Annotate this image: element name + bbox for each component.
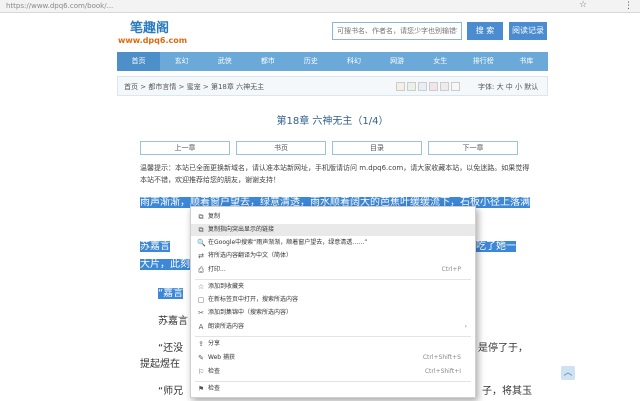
menu-separator: [195, 381, 471, 382]
selected-text: “嘉言: [158, 288, 184, 299]
nav-item[interactable]: 女生: [419, 52, 462, 71]
search-button[interactable]: 搜 索: [467, 22, 503, 40]
menu-item-inspect[interactable]: ⚐ 检查 Ctrl+Shift+I: [191, 366, 475, 378]
color-swatch[interactable]: [396, 82, 405, 91]
menu-item-share[interactable]: ⇪ 分享: [191, 338, 475, 350]
nav-item[interactable]: 历史: [289, 52, 332, 71]
scroll-to-top-icon[interactable]: ︿: [561, 366, 575, 380]
browser-address-bar[interactable]: https://www.dpq6.com/book/... ☆ ⋮: [0, 0, 640, 13]
menu-item-read-aloud[interactable]: A 朗读所选内容 ›: [191, 321, 475, 333]
selected-text: 苏嘉言: [140, 241, 170, 252]
menu-item-add-favorite[interactable]: ☆ 添加到收藏夹: [191, 281, 475, 293]
color-swatch[interactable]: [451, 82, 460, 91]
menu-item-copy[interactable]: ⧉ 复制: [191, 211, 475, 223]
nav-item[interactable]: 网游: [376, 52, 419, 71]
menu-separator: [195, 279, 471, 280]
search-input[interactable]: [332, 22, 462, 40]
color-swatch[interactable]: [429, 82, 438, 91]
flag-icon: ⚑: [197, 385, 205, 393]
share-icon: ⇪: [198, 340, 204, 348]
favorite-star-icon[interactable]: ☆: [579, 0, 587, 10]
nav-item-home[interactable]: 首页: [117, 52, 161, 71]
nav-item[interactable]: 都市: [246, 52, 289, 71]
new-tab-icon: ▢: [197, 296, 205, 304]
logo-domain: www.dpq6.com: [118, 36, 188, 45]
menu-item-inspect-element[interactable]: ⚑ 检查: [191, 383, 475, 395]
chapter-nav: 上一章 书页 目录 下一章: [140, 141, 518, 155]
book-page-button[interactable]: 书页: [236, 141, 326, 155]
color-swatch[interactable]: [418, 82, 427, 91]
menu-item-open-new-tab[interactable]: ▢ 在新标签页中打开，搜索所选内容: [191, 294, 475, 306]
menu-item-copy-link-to-highlight[interactable]: ⧉ 复制指向突出显示的链接: [191, 224, 475, 236]
collection-icon: ✂: [198, 309, 204, 317]
chapter-title: 第18章 六神无主（1/4）: [276, 116, 389, 127]
color-swatch[interactable]: [440, 82, 449, 91]
search-icon: 🔍: [197, 239, 206, 247]
context-menu: ⧉ 复制 ⧉ 复制指向突出显示的链接 🔍 在Google中搜索“雨声渐渐，顺着窗…: [190, 206, 476, 398]
print-icon: ⎙: [198, 266, 204, 274]
browser-menu-icon[interactable]: ⋮: [624, 1, 633, 11]
chevron-right-icon: ›: [464, 323, 467, 330]
menu-item-web-capture[interactable]: ✎ Web 捕获 Ctrl+Shift+S: [191, 352, 475, 364]
color-swatch[interactable]: [407, 82, 416, 91]
menu-item-print[interactable]: ⎙ 打印... Ctrl+P: [191, 264, 475, 276]
reading-history-button[interactable]: 阅读记录: [509, 22, 547, 40]
chapter-paragraph-end: 吃了她一: [476, 238, 536, 256]
reading-toolbar: 首页 > 都市言情 > 蜜宠 > 第18章 六神无主 字体: 大 中 小 默认: [117, 76, 548, 96]
nav-item[interactable]: 玄幻: [160, 52, 203, 71]
menu-separator: [195, 336, 471, 337]
nav-item[interactable]: 武侠: [203, 52, 246, 71]
inspect-icon: ⚐: [197, 368, 205, 376]
prev-chapter-button[interactable]: 上一章: [140, 141, 230, 155]
address-url[interactable]: https://www.dpq6.com/book/...: [6, 2, 113, 10]
read-aloud-icon: A: [198, 323, 204, 331]
font-size-controls[interactable]: 字体: 大 中 小 默认: [478, 82, 538, 92]
translate-icon: ⇄: [198, 252, 204, 260]
selected-text: 大片，此刻: [140, 259, 190, 270]
nav-item[interactable]: 排行榜: [462, 52, 505, 71]
site-notice: 温馨提示：本站已全面更换新域名，请认准本站新网址，手机版请访问 m.dpq6.c…: [140, 164, 530, 184]
star-icon: ☆: [197, 283, 205, 291]
menu-item-translate[interactable]: ⇄ 将所选内容翻译为中文（简体）: [191, 250, 475, 262]
nav-item[interactable]: 科幻: [332, 52, 375, 71]
site-logo[interactable]: 笔趣阁 www.dpq6.com: [118, 17, 208, 47]
main-nav: 首页 玄幻 武侠 都市 历史 科幻 网游 女生 排行榜 书库: [117, 52, 548, 71]
breadcrumb[interactable]: 首页 > 都市言情 > 蜜宠 > 第18章 六神无主: [124, 82, 264, 92]
chapter-paragraph-end: 子，将其玉: [482, 386, 532, 397]
logo-chinese: 笔趣阁: [130, 21, 170, 36]
capture-icon: ✎: [198, 354, 204, 362]
nav-item[interactable]: 书库: [505, 52, 548, 71]
copy-icon: ⧉: [198, 213, 204, 221]
toc-button[interactable]: 目录: [332, 141, 422, 155]
link-icon: ⧉: [198, 226, 204, 234]
menu-item-search-google[interactable]: 🔍 在Google中搜索“雨声渐渐，顺着窗户望去，绿意清透……”: [191, 237, 475, 249]
selected-text: 吃了她一: [476, 241, 516, 252]
menu-item-add-collection[interactable]: ✂ 添加到集锦中（搜索所选内容）: [191, 307, 475, 319]
background-color-picker: [396, 82, 460, 91]
next-chapter-button[interactable]: 下一章: [428, 141, 518, 155]
